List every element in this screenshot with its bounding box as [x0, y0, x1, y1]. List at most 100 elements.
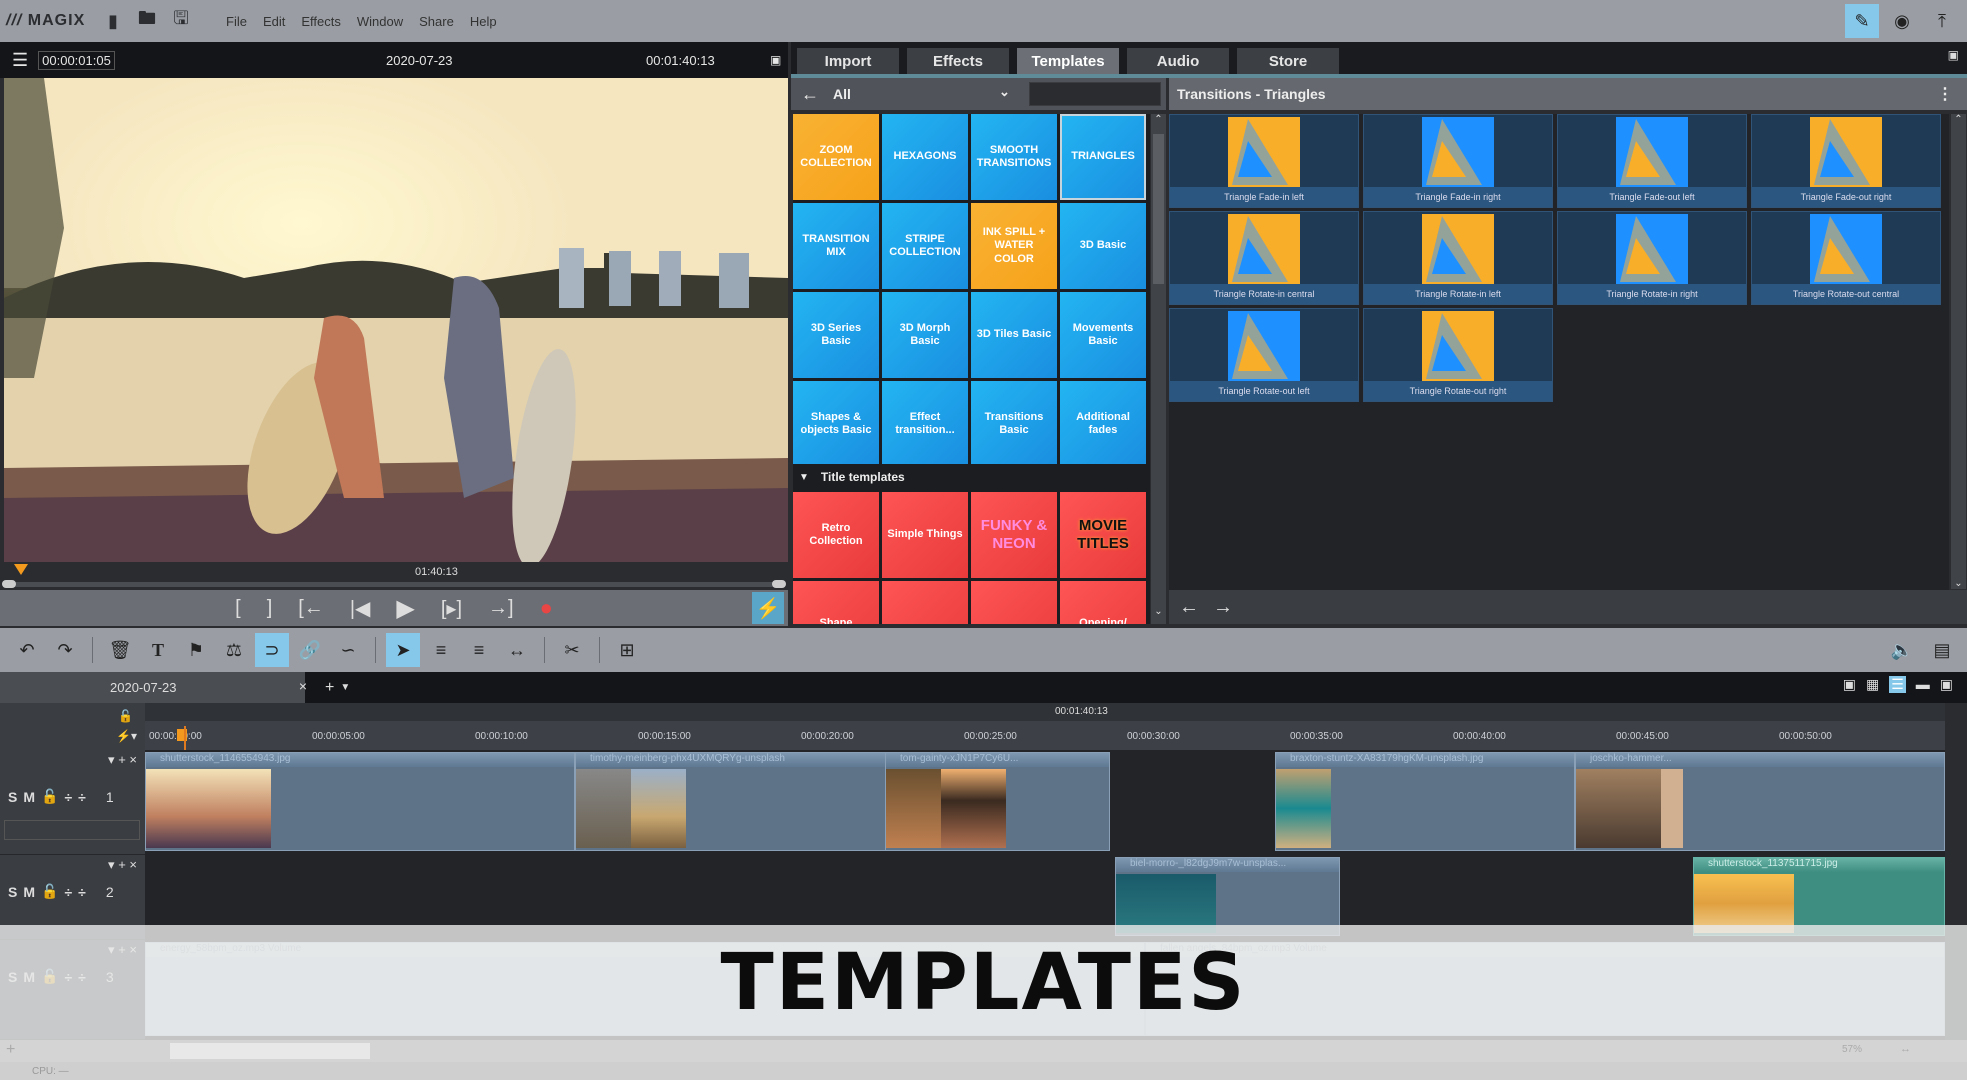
lock-icon[interactable]: 🔓 — [41, 788, 58, 805]
category-tile[interactable]: 3D Basic — [1060, 203, 1146, 289]
video-clip[interactable]: timothy-meinberg-phx4UXMQRYg-unsplash — [575, 752, 895, 851]
transition-card[interactable]: Triangle Rotate-out left — [1169, 308, 1359, 402]
scroll-down-icon[interactable]: ⌄ — [1951, 578, 1966, 589]
zoom-level[interactable]: 57% — [1842, 1044, 1862, 1055]
transition-card[interactable]: Triangle Fade-in right — [1363, 114, 1553, 208]
horizontal-scrollbar[interactable] — [170, 1043, 370, 1059]
add-track-icon[interactable]: + — [6, 1041, 15, 1059]
solo-button[interactable]: S — [8, 789, 17, 805]
back-arrow-icon[interactable]: ← — [801, 84, 819, 105]
record-button[interactable]: ● — [540, 595, 553, 621]
category-tile[interactable]: Movements Basic — [1060, 292, 1146, 378]
tab-templates[interactable]: Templates — [1017, 48, 1119, 74]
mute-button[interactable]: M — [23, 789, 35, 805]
transition-card[interactable]: Triangle Rotate-in central — [1169, 211, 1359, 305]
back-arrow-icon[interactable]: ← — [1179, 596, 1199, 619]
expand-icon[interactable]: ÷ — [64, 789, 72, 805]
title-templates-section[interactable]: ▼ Title templates — [793, 464, 1150, 490]
mixer-panel-icon[interactable]: ▤ — [1925, 633, 1959, 667]
title-icon[interactable]: T — [141, 633, 175, 667]
jump-to-out-button[interactable]: →] — [488, 597, 514, 620]
mark-out-button[interactable]: ] — [267, 597, 273, 620]
category-tile[interactable]: TRIANGLES — [1060, 114, 1146, 200]
video-clip[interactable]: tom-gainty-xJN1P7Cy6U... — [885, 752, 1110, 851]
lock-icon[interactable]: 🔓 — [118, 709, 133, 723]
solo-button[interactable]: S — [8, 884, 17, 900]
category-tile[interactable]: Shapes & objects Basic — [793, 381, 879, 467]
menu-file[interactable]: File — [226, 14, 247, 29]
scrub-track[interactable] — [4, 582, 784, 587]
collapse-icon[interactable]: ÷ — [78, 884, 86, 900]
title-template-tile[interactable]: Retro Collection — [793, 492, 879, 578]
mute-button[interactable]: M — [23, 884, 35, 900]
menu-edit[interactable]: Edit — [263, 14, 285, 29]
mark-in-button[interactable]: [ — [235, 597, 241, 620]
category-tile[interactable]: HEXAGONS — [882, 114, 968, 200]
forward-arrow-icon[interactable]: → — [1213, 596, 1233, 619]
title-template-tile[interactable]: Shape — [793, 581, 879, 624]
previous-marker-button[interactable]: |◀ — [350, 596, 371, 621]
add-tab-icon[interactable]: + — [325, 679, 334, 697]
more-options-icon[interactable]: ⋮ — [1937, 84, 1953, 104]
category-scrollbar[interactable]: ⌃ ⌄ — [1151, 114, 1166, 624]
lock-icon[interactable]: 🔓 — [41, 883, 58, 900]
range-start-handle[interactable] — [2, 580, 16, 588]
play-button[interactable]: ▶ — [396, 594, 414, 623]
timeline-view-icon[interactable]: ☰ — [1889, 676, 1906, 693]
scene-overview-icon[interactable]: ▦ — [1866, 676, 1879, 693]
category-tile[interactable]: Transitions Basic — [971, 381, 1057, 467]
menu-effects[interactable]: Effects — [301, 14, 341, 29]
video-clip[interactable]: joschko-hammer... — [1575, 752, 1945, 851]
add-track-icon[interactable]: + — [118, 752, 126, 767]
disc-button[interactable]: ◉ — [1885, 4, 1919, 38]
close-tab-icon[interactable]: × — [299, 678, 307, 694]
transition-card[interactable]: Triangle Fade-in left — [1169, 114, 1359, 208]
category-tile[interactable]: STRIPE COLLECTION — [882, 203, 968, 289]
tab-audio[interactable]: Audio — [1127, 48, 1229, 74]
next-marker-button[interactable]: [▸] — [441, 596, 462, 621]
video-preview[interactable] — [4, 78, 788, 562]
stretch-icon[interactable]: ↔ — [500, 633, 534, 667]
undo-icon[interactable]: ↶ — [10, 633, 44, 667]
category-tile[interactable]: 3D Tiles Basic — [971, 292, 1057, 378]
link-icon[interactable]: 🔗 — [293, 633, 327, 667]
unlink-icon[interactable]: ∽ — [331, 633, 365, 667]
transition-card[interactable]: Triangle Rotate-in left — [1363, 211, 1553, 305]
range-end-handle[interactable] — [772, 580, 786, 588]
chevron-down-icon[interactable]: ⌄ — [999, 84, 1010, 100]
transition-card[interactable]: Triangle Rotate-out right — [1363, 308, 1553, 402]
clean-up-button[interactable]: ✎ — [1845, 4, 1879, 38]
title-template-tile[interactable] — [882, 581, 968, 624]
speaker-icon[interactable]: 🔈 — [1885, 633, 1919, 667]
menu-help[interactable]: Help — [470, 14, 497, 29]
lightning-dropdown-icon[interactable]: ⚡▾ — [116, 729, 137, 743]
quick-action-button[interactable]: ⚡ — [752, 592, 784, 624]
multi-select-icon[interactable]: ≡ — [462, 633, 496, 667]
title-template-tile[interactable]: Simple Things — [882, 492, 968, 578]
maximize-preview-icon[interactable]: ▣ — [770, 53, 781, 67]
mixer-icon[interactable]: ⚖ — [217, 633, 251, 667]
scroll-down-icon[interactable]: ⌄ — [1151, 606, 1166, 624]
tab-import[interactable]: Import — [797, 48, 899, 74]
export-button[interactable]: ⤒ — [1925, 4, 1959, 38]
category-tile[interactable]: ZOOM COLLECTION — [793, 114, 879, 200]
preview-scrubber[interactable]: 01:40:13 — [0, 562, 788, 590]
new-file-icon[interactable]: ▮ — [102, 10, 124, 32]
transition-card[interactable]: Triangle Fade-out left — [1557, 114, 1747, 208]
tab-effects[interactable]: Effects — [907, 48, 1009, 74]
pointer-icon[interactable]: ➤ — [386, 633, 420, 667]
timeline-ruler[interactable]: 00:01:40:13 00:00:00:00 00:00:05:00 00:00:… — [145, 703, 1945, 750]
category-dropdown[interactable]: All — [833, 86, 851, 102]
maximize-panel-icon[interactable]: ▣ — [1948, 48, 1959, 62]
delete-track-icon[interactable]: × — [129, 752, 137, 767]
track-menu-icon[interactable]: ▾ — [108, 752, 115, 767]
maximize-timeline-icon[interactable]: ▣ — [1940, 676, 1953, 693]
ripple-select-icon[interactable]: ≡ — [424, 633, 458, 667]
title-template-tile[interactable]: MOVIE TITLES — [1060, 492, 1146, 578]
track-menu-icon[interactable]: ▾ — [108, 857, 115, 872]
scroll-up-icon[interactable]: ⌃ — [1151, 114, 1166, 132]
category-tile[interactable]: 3D Series Basic — [793, 292, 879, 378]
collapse-icon[interactable]: ÷ — [78, 789, 86, 805]
insert-icon[interactable]: ⊞ — [610, 633, 644, 667]
multicam-icon[interactable]: ▬ — [1916, 676, 1930, 693]
